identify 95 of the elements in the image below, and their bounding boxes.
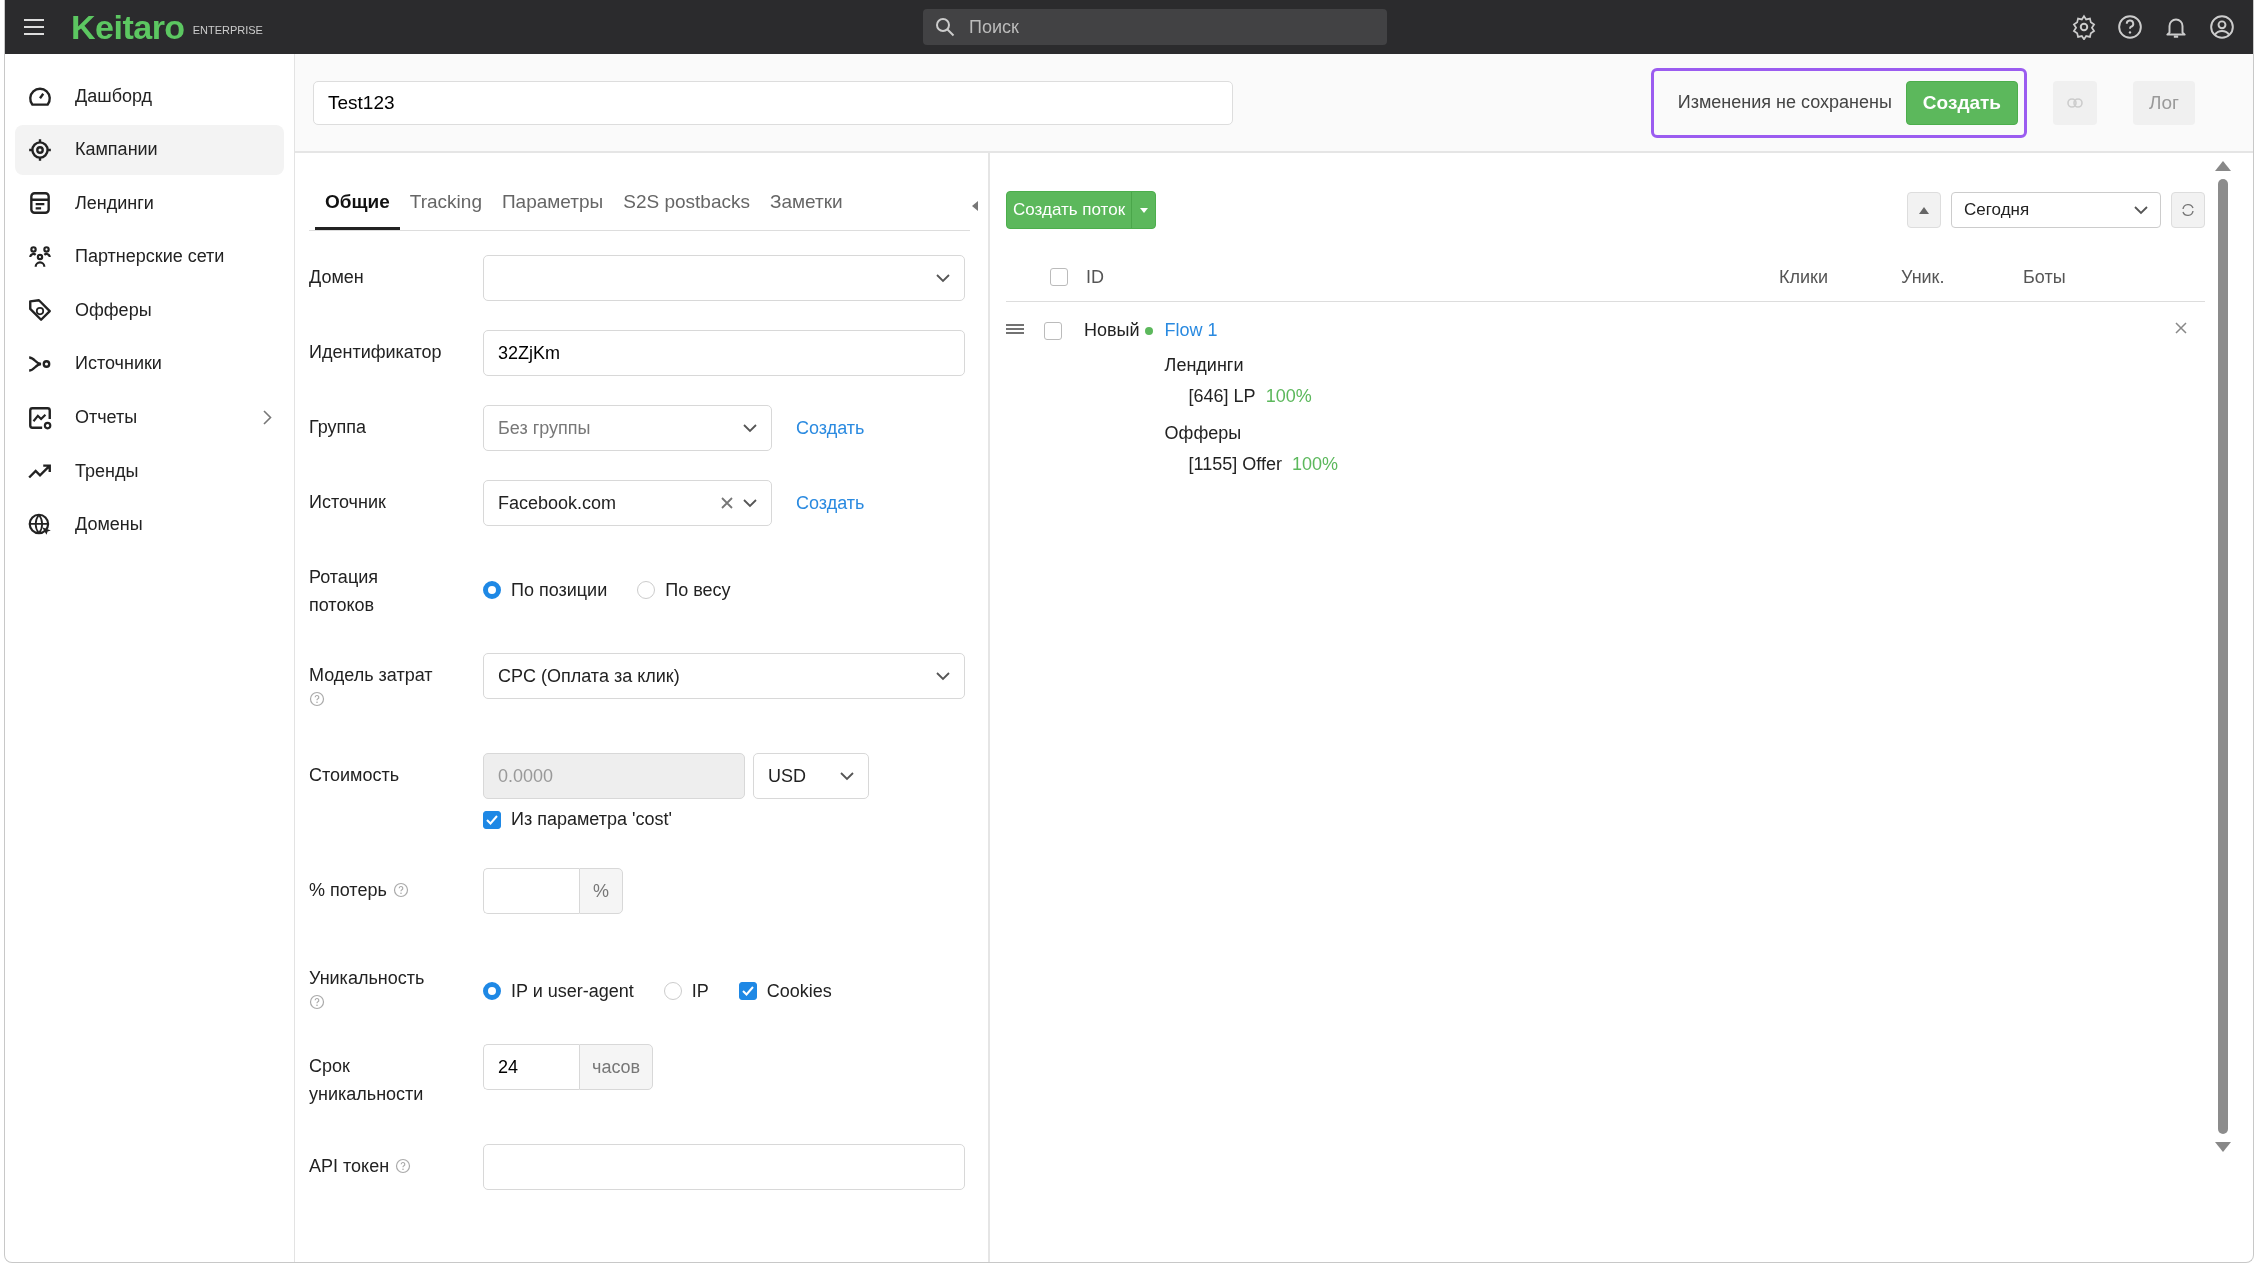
refresh-button[interactable] (2171, 192, 2205, 228)
checkmark-icon (486, 814, 498, 825)
tab[interactable]: S2S postbacks (613, 181, 760, 230)
search-field[interactable]: Поиск (922, 9, 1387, 45)
field-label: % потерь (309, 879, 387, 902)
number-field[interactable] (483, 868, 579, 914)
chevron-down-icon (2134, 205, 2148, 215)
number-field[interactable]: 24 (483, 1044, 579, 1090)
text-field[interactable] (483, 1144, 965, 1190)
tab[interactable]: Общие (315, 181, 400, 230)
drag-handle-icon[interactable] (1006, 324, 1024, 334)
column-header: ID (1086, 266, 1105, 288)
link-icon (2067, 97, 2083, 108)
settings-icon[interactable] (2071, 14, 2097, 40)
field-label: Идентификатор (309, 341, 442, 364)
scrollbar-thumb[interactable] (2218, 179, 2228, 1134)
field-label: Источник (309, 491, 386, 514)
sidebar-item[interactable]: Кампании (15, 124, 284, 175)
flow-link[interactable]: Flow 1 (1164, 320, 1339, 341)
close-icon[interactable] (2175, 322, 2187, 334)
user-icon[interactable] (2209, 14, 2235, 40)
sidebar-item[interactable]: Источники (15, 338, 284, 389)
sidebar-item[interactable]: Тренды (15, 446, 284, 497)
select-all-checkbox[interactable] (1050, 268, 1068, 286)
tag-icon (27, 297, 53, 324)
select-field[interactable] (483, 255, 965, 301)
group-title: Офферы (1164, 423, 1243, 444)
logo: Keitaro (71, 7, 185, 47)
checkbox[interactable] (738, 982, 757, 1000)
chevron-down-icon (840, 771, 854, 781)
item-name: [646] LP (1188, 386, 1256, 407)
share-value: 100% (1265, 386, 1312, 407)
column-header: Боты (2023, 266, 2067, 288)
unit-label: % (579, 868, 623, 914)
create-link[interactable]: Создать (796, 417, 865, 439)
chart-gear-icon (27, 404, 53, 431)
radio-option[interactable]: IP (663, 980, 709, 1002)
create-link[interactable]: Создать (796, 492, 865, 514)
globe-cursor-icon (27, 511, 53, 538)
unit-label: часов (579, 1044, 654, 1090)
unsaved-status: Изменения не сохранены (1677, 92, 1892, 113)
collapse-button[interactable] (1907, 192, 1941, 228)
checkmark-icon (741, 986, 754, 996)
refresh-icon (2181, 203, 2195, 217)
group-title: Лендинги (1164, 355, 1245, 376)
radio-option[interactable]: По позиции (483, 579, 608, 601)
column-header: Уник. (1901, 266, 1946, 288)
page-icon (27, 190, 53, 217)
tab[interactable]: Tracking (399, 181, 492, 230)
sidebar-item[interactable]: Отчеты (15, 392, 284, 443)
chevron-down-icon (743, 423, 757, 433)
sidebar-item[interactable]: Дашборд (15, 71, 284, 121)
field-label: API токен (309, 1155, 390, 1178)
column-header: Клики (1779, 266, 1829, 288)
row-checkbox[interactable] (1044, 322, 1062, 340)
radio-option[interactable]: По весу (637, 579, 731, 601)
clear-icon[interactable] (721, 497, 733, 509)
select-field[interactable]: Без группы (483, 405, 772, 451)
sidebar-item[interactable]: Офферы (15, 285, 284, 336)
field-label: Срок уникальности (309, 1055, 425, 1106)
chevron-down-icon (743, 498, 757, 508)
period-select[interactable]: Сегодня (1951, 192, 2161, 228)
help-icon[interactable] (2117, 14, 2143, 40)
search-icon (934, 17, 955, 37)
chevron-down-icon (936, 671, 950, 681)
option-label: Cookies (766, 980, 832, 1002)
edition-label: ENTERPRISE (192, 24, 263, 36)
menu-icon[interactable] (23, 18, 45, 36)
sidebar-item[interactable]: Партнерские сети (15, 231, 284, 282)
field-label: Уникальность (309, 967, 425, 990)
tab[interactable]: Заметки (760, 181, 853, 230)
radio-option[interactable]: IP и user-agent (483, 980, 634, 1002)
sidebar-item[interactable]: Лендинги (15, 178, 284, 229)
scroll-up-icon[interactable] (2215, 161, 2231, 171)
sidebar-item[interactable]: Домены (15, 499, 284, 550)
field-label: Стоимость (309, 764, 400, 787)
share-value: 100% (1292, 454, 1339, 475)
people-icon (27, 243, 53, 270)
caret-left-icon[interactable] (972, 201, 978, 211)
option-label: Из параметра 'cost' (511, 809, 672, 830)
chevron-down-icon (936, 273, 950, 283)
tab[interactable]: Параметры (491, 181, 614, 230)
scroll-down-icon[interactable] (2215, 1142, 2231, 1152)
item-name: [1155] Offer (1188, 454, 1282, 475)
campaign-name-field[interactable]: Test123 (313, 80, 1233, 125)
field-label: Группа (309, 416, 367, 439)
target-icon (27, 136, 53, 163)
field-label: Ротация потоков (309, 566, 379, 617)
select-field[interactable]: CPC (Оплата за клик) (483, 653, 965, 699)
flow-status: Новый (1084, 320, 1140, 341)
select-field[interactable]: Facebook.com (483, 480, 772, 526)
text-field[interactable]: 32ZjKm (483, 330, 965, 376)
triangle-up-icon (1919, 206, 1929, 214)
field-label: Модель затрат (309, 664, 433, 687)
field-label: Домен (309, 266, 364, 289)
